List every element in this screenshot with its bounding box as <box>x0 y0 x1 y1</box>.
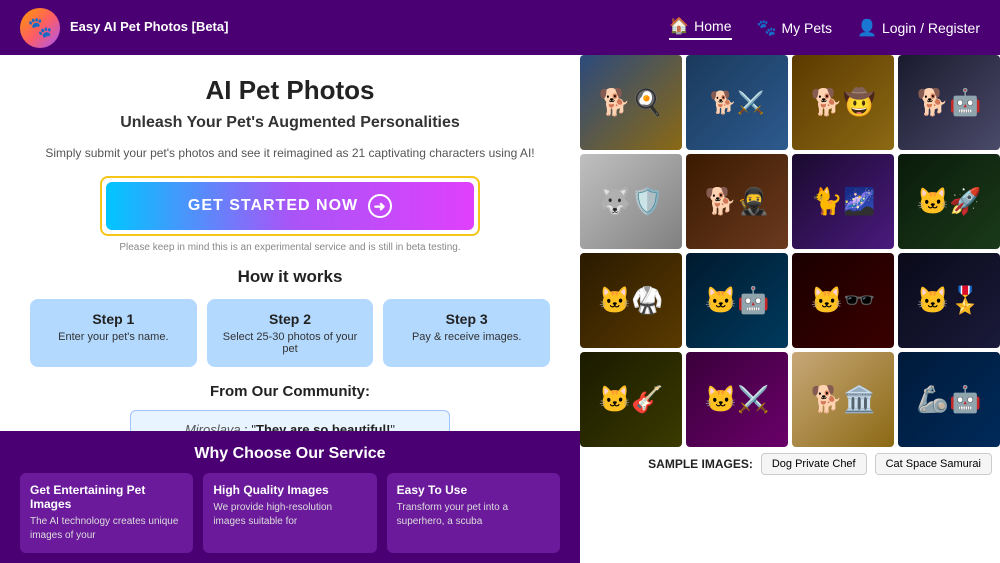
user-icon: 👤 <box>857 18 877 38</box>
testimonial-card: Miroslava : "They are so beautiful!" <box>130 410 450 431</box>
grid-image-5: 🐺🛡️ <box>580 154 682 249</box>
grid-image-6: 🐕🥷 <box>686 154 788 249</box>
step-2-box: Step 2 Select 25-30 photos of your pet <box>207 299 374 367</box>
feature-card-1-desc: The AI technology creates unique images … <box>30 515 183 543</box>
feature-card-3-desc: Transform your pet into a superhero, a s… <box>397 501 550 529</box>
feature-card-1: Get Entertaining Pet Images The AI techn… <box>20 473 193 553</box>
paw-icon: 🐾 <box>757 18 777 38</box>
image-grid: 🐕🍳 🐕⚔️ 🐕🤠 🐕🤖 🐺🛡️ 🐕🥷 🐈🌌 🐱🚀 🐱🥋 🐱🤖 🐱🕶️ 🐱🎖️ … <box>580 55 1000 447</box>
testimonial-quote: They are so beautiful! <box>256 422 390 431</box>
sample-button-dog-chef[interactable]: Dog Private Chef <box>761 453 867 475</box>
feature-card-1-title: Get Entertaining Pet Images <box>30 483 183 511</box>
nav-my-pets[interactable]: 🐾 My Pets <box>757 18 833 38</box>
step-1-box: Step 1 Enter your pet's name. <box>30 299 197 367</box>
arrow-circle-icon: ➜ <box>368 194 392 218</box>
feature-card-2: High Quality Images We provide high-reso… <box>203 473 376 553</box>
brand-name: Easy AI Pet Photos [Beta] <box>70 19 228 36</box>
features-bar-title: Why Choose Our Service <box>20 445 560 463</box>
how-it-works-title: How it works <box>30 267 550 287</box>
main-content: AI Pet Photos Unleash Your Pet's Augment… <box>0 55 1000 563</box>
grid-image-1: 🐕🍳 <box>580 55 682 150</box>
sample-button-cat-samurai[interactable]: Cat Space Samurai <box>875 453 992 475</box>
feature-card-2-title: High Quality Images <box>213 483 366 497</box>
cta-wrapper: GET STARTED NOW ➜ <box>100 176 480 236</box>
step-2-desc: Select 25-30 photos of your pet <box>217 331 364 355</box>
grid-image-3: 🐕🤠 <box>792 55 894 150</box>
feature-cards-container: Get Entertaining Pet Images The AI techn… <box>20 473 560 553</box>
grid-image-9: 🐱🥋 <box>580 253 682 348</box>
grid-image-15: 🐕🏛️ <box>792 352 894 447</box>
step-3-desc: Pay & receive images. <box>393 331 540 343</box>
hero-subtitle: Unleash Your Pet's Augmented Personaliti… <box>30 114 550 132</box>
grid-image-7: 🐈🌌 <box>792 154 894 249</box>
testimonial-author: Miroslava <box>185 422 241 431</box>
step-1-desc: Enter your pet's name. <box>40 331 187 343</box>
home-icon: 🏠 <box>669 16 689 36</box>
sample-images-bar: SAMPLE IMAGES: Dog Private Chef Cat Spac… <box>580 447 1000 477</box>
grid-image-11: 🐱🕶️ <box>792 253 894 348</box>
nav-login-register[interactable]: 👤 Login / Register <box>857 18 980 38</box>
grid-image-10: 🐱🤖 <box>686 253 788 348</box>
nav-home[interactable]: 🏠 Home <box>669 16 731 40</box>
grid-image-14: 🐱⚔️ <box>686 352 788 447</box>
hero-section: AI Pet Photos Unleash Your Pet's Augment… <box>0 55 580 431</box>
steps-container: Step 1 Enter your pet's name. Step 2 Sel… <box>30 299 550 367</box>
grid-image-8: 🐱🚀 <box>898 154 1000 249</box>
grid-image-4: 🐕🤖 <box>898 55 1000 150</box>
sample-images-label: SAMPLE IMAGES: <box>648 457 753 471</box>
feature-card-2-desc: We provide high-resolution images suitab… <box>213 501 366 529</box>
feature-card-3-title: Easy To Use <box>397 483 550 497</box>
community-title: From Our Community: <box>30 383 550 400</box>
header: 🐾 Easy AI Pet Photos [Beta] 🏠 Home 🐾 My … <box>0 0 1000 55</box>
left-column: AI Pet Photos Unleash Your Pet's Augment… <box>0 55 580 563</box>
grid-image-2: 🐕⚔️ <box>686 55 788 150</box>
step-2-title: Step 2 <box>217 311 364 327</box>
step-1-title: Step 1 <box>40 311 187 327</box>
feature-card-3: Easy To Use Transform your pet into a su… <box>387 473 560 553</box>
header-brand-group: 🐾 Easy AI Pet Photos [Beta] <box>20 8 228 48</box>
step-3-title: Step 3 <box>393 311 540 327</box>
grid-image-16: 🦾🤖 <box>898 352 1000 447</box>
get-started-button[interactable]: GET STARTED NOW ➜ <box>106 182 474 230</box>
grid-image-12: 🐱🎖️ <box>898 253 1000 348</box>
hero-title: AI Pet Photos <box>30 75 550 106</box>
step-3-box: Step 3 Pay & receive images. <box>383 299 550 367</box>
beta-notice: Please keep in mind this is an experimen… <box>30 242 550 253</box>
features-bar: Why Choose Our Service Get Entertaining … <box>0 431 580 563</box>
hero-description: Simply submit your pet's photos and see … <box>30 144 550 162</box>
logo-icon: 🐾 <box>20 8 60 48</box>
right-panel: 🐕🍳 🐕⚔️ 🐕🤠 🐕🤖 🐺🛡️ 🐕🥷 🐈🌌 🐱🚀 🐱🥋 🐱🤖 🐱🕶️ 🐱🎖️ … <box>580 55 1000 563</box>
grid-image-13: 🐱🎸 <box>580 352 682 447</box>
main-nav: 🏠 Home 🐾 My Pets 👤 Login / Register <box>669 16 980 40</box>
